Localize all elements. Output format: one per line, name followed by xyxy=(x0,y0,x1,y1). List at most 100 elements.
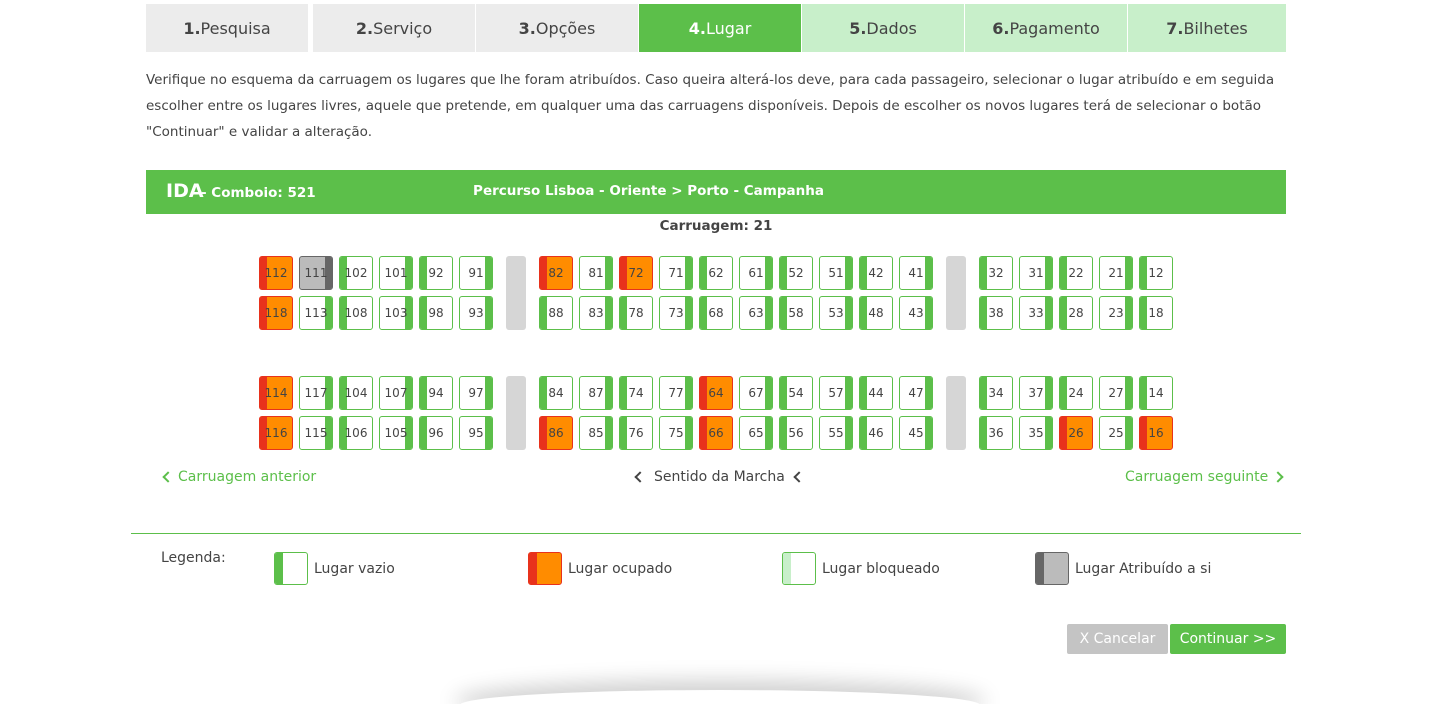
seat-35[interactable]: 35 xyxy=(1019,416,1053,450)
seat-28[interactable]: 28 xyxy=(1059,296,1093,330)
seat-24[interactable]: 24 xyxy=(1059,376,1093,410)
seat-47[interactable]: 47 xyxy=(899,376,933,410)
previous-carriage-link[interactable]: Carruagem anterior xyxy=(162,469,316,485)
seat-58[interactable]: 58 xyxy=(779,296,813,330)
seat-27[interactable]: 27 xyxy=(1099,376,1133,410)
seat-65[interactable]: 65 xyxy=(739,416,773,450)
seat-18[interactable]: 18 xyxy=(1139,296,1173,330)
seat-55[interactable]: 55 xyxy=(819,416,853,450)
seat-95[interactable]: 95 xyxy=(459,416,493,450)
step-5[interactable]: 5. Dados xyxy=(802,4,964,52)
seat-104[interactable]: 104 xyxy=(339,376,373,410)
seat-64[interactable]: 64 xyxy=(699,376,733,410)
seat-75[interactable]: 75 xyxy=(659,416,693,450)
seat-85[interactable]: 85 xyxy=(579,416,613,450)
seat-32[interactable]: 32 xyxy=(979,256,1013,290)
seat-44[interactable]: 44 xyxy=(859,376,893,410)
seat-91[interactable]: 91 xyxy=(459,256,493,290)
step-1[interactable]: 1. Pesquisa xyxy=(146,4,308,52)
seat-107[interactable]: 107 xyxy=(379,376,413,410)
seat-43[interactable]: 43 xyxy=(899,296,933,330)
seat-102[interactable]: 102 xyxy=(339,256,373,290)
seat-92[interactable]: 92 xyxy=(419,256,453,290)
seat-36[interactable]: 36 xyxy=(979,416,1013,450)
seat-31[interactable]: 31 xyxy=(1019,256,1053,290)
seat-78[interactable]: 78 xyxy=(619,296,653,330)
seat-12[interactable]: 12 xyxy=(1139,256,1173,290)
seat-14[interactable]: 14 xyxy=(1139,376,1173,410)
seat-96[interactable]: 96 xyxy=(419,416,453,450)
seat-67[interactable]: 67 xyxy=(739,376,773,410)
seat-46[interactable]: 46 xyxy=(859,416,893,450)
seat-37[interactable]: 37 xyxy=(1019,376,1053,410)
seat-98[interactable]: 98 xyxy=(419,296,453,330)
seat-115[interactable]: 115 xyxy=(299,416,333,450)
seat-48[interactable]: 48 xyxy=(859,296,893,330)
seat-16[interactable]: 16 xyxy=(1139,416,1173,450)
seat-54[interactable]: 54 xyxy=(779,376,813,410)
seat-112[interactable]: 112 xyxy=(259,256,293,290)
seat-106[interactable]: 106 xyxy=(339,416,373,450)
seat-73[interactable]: 73 xyxy=(659,296,693,330)
seat-25[interactable]: 25 xyxy=(1099,416,1133,450)
seat-38[interactable]: 38 xyxy=(979,296,1013,330)
seat-114[interactable]: 114 xyxy=(259,376,293,410)
seat-side-marker xyxy=(620,417,627,449)
seat-62[interactable]: 62 xyxy=(699,256,733,290)
seat-42[interactable]: 42 xyxy=(859,256,893,290)
seat-41[interactable]: 41 xyxy=(899,256,933,290)
seat-side-marker xyxy=(845,297,852,329)
divider xyxy=(131,533,1301,534)
step-4[interactable]: 4. Lugar xyxy=(639,4,801,52)
seat-number: 92 xyxy=(428,266,444,280)
seat-34[interactable]: 34 xyxy=(979,376,1013,410)
seat-77[interactable]: 77 xyxy=(659,376,693,410)
seat-103[interactable]: 103 xyxy=(379,296,413,330)
seat-81[interactable]: 81 xyxy=(579,256,613,290)
seat-76[interactable]: 76 xyxy=(619,416,653,450)
seat-72[interactable]: 72 xyxy=(619,256,653,290)
seat-61[interactable]: 61 xyxy=(739,256,773,290)
seat-86[interactable]: 86 xyxy=(539,416,573,450)
seat-108[interactable]: 108 xyxy=(339,296,373,330)
continue-button[interactable]: Continuar >> xyxy=(1170,624,1286,654)
seat-56[interactable]: 56 xyxy=(779,416,813,450)
seat-52[interactable]: 52 xyxy=(779,256,813,290)
seat-116[interactable]: 116 xyxy=(259,416,293,450)
cancel-button[interactable]: X Cancelar xyxy=(1067,624,1168,654)
seat-118[interactable]: 118 xyxy=(259,296,293,330)
seat-83[interactable]: 83 xyxy=(579,296,613,330)
step-3[interactable]: 3. Opções xyxy=(476,4,638,52)
step-2[interactable]: 2. Serviço xyxy=(313,4,475,52)
seat-66[interactable]: 66 xyxy=(699,416,733,450)
seat-51[interactable]: 51 xyxy=(819,256,853,290)
seat-117[interactable]: 117 xyxy=(299,376,333,410)
seat-105[interactable]: 105 xyxy=(379,416,413,450)
seat-97[interactable]: 97 xyxy=(459,376,493,410)
step-label: Serviço xyxy=(373,18,433,38)
seat-87[interactable]: 87 xyxy=(579,376,613,410)
seat-74[interactable]: 74 xyxy=(619,376,653,410)
seat-71[interactable]: 71 xyxy=(659,256,693,290)
step-7[interactable]: 7. Bilhetes xyxy=(1128,4,1286,52)
seat-84[interactable]: 84 xyxy=(539,376,573,410)
seat-21[interactable]: 21 xyxy=(1099,256,1133,290)
seat-68[interactable]: 68 xyxy=(699,296,733,330)
seat-111[interactable]: 111 xyxy=(299,256,333,290)
seat-53[interactable]: 53 xyxy=(819,296,853,330)
seat-88[interactable]: 88 xyxy=(539,296,573,330)
seat-26[interactable]: 26 xyxy=(1059,416,1093,450)
seat-93[interactable]: 93 xyxy=(459,296,493,330)
seat-45[interactable]: 45 xyxy=(899,416,933,450)
step-6[interactable]: 6. Pagamento xyxy=(965,4,1127,52)
seat-22[interactable]: 22 xyxy=(1059,256,1093,290)
seat-94[interactable]: 94 xyxy=(419,376,453,410)
seat-101[interactable]: 101 xyxy=(379,256,413,290)
seat-113[interactable]: 113 xyxy=(299,296,333,330)
seat-23[interactable]: 23 xyxy=(1099,296,1133,330)
seat-57[interactable]: 57 xyxy=(819,376,853,410)
next-carriage-link[interactable]: Carruagem seguinte xyxy=(1125,469,1284,485)
seat-63[interactable]: 63 xyxy=(739,296,773,330)
seat-33[interactable]: 33 xyxy=(1019,296,1053,330)
seat-82[interactable]: 82 xyxy=(539,256,573,290)
